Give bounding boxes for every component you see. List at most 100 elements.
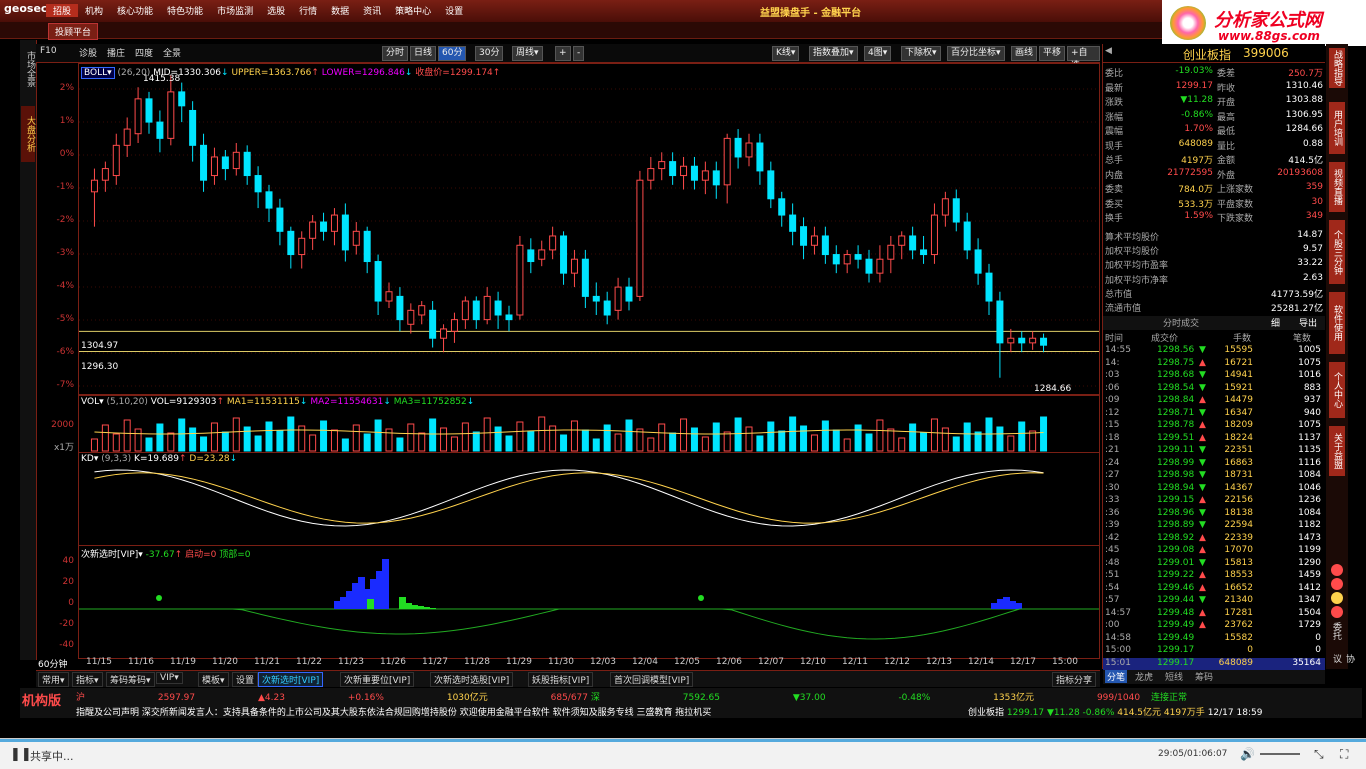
indicator-tab[interactable]: 次新选时[VIP] [258, 672, 324, 687]
trade-row[interactable]: :06 1298.54 ▼ 15921 883 [1103, 383, 1325, 395]
right-tab[interactable]: 视频直播 [1329, 162, 1345, 212]
menu-item[interactable]: 选股 [260, 4, 292, 17]
toolbar-option[interactable]: 指数叠加▾ [809, 46, 858, 61]
playback-progress[interactable] [0, 739, 1366, 742]
right-tab[interactable]: 战略指导 [1329, 48, 1345, 88]
price-chart-panel[interactable]: BOLL▾ (26,20) MID=1330.306↓ UPPER=1363.7… [78, 63, 1100, 395]
indicator-tab[interactable]: 设置 [232, 672, 259, 687]
zoom-out-button[interactable]: - [573, 46, 585, 61]
quote-tab[interactable]: 龙虎 [1135, 670, 1153, 683]
toolbar-option[interactable]: 下除权▾ [901, 46, 941, 61]
trade-row[interactable]: 14: 1298.75 ▲ 16721 1075 [1103, 358, 1325, 370]
period-button[interactable]: 30分 [475, 46, 504, 61]
indicator-tab[interactable]: 指标▾ [72, 672, 103, 687]
toolbar-item[interactable]: 全景 [163, 46, 181, 59]
trade-row[interactable]: :36 1298.96 ▼ 18138 1084 [1103, 508, 1325, 520]
trade-row[interactable]: :57 1299.44 ▼ 21340 1347 [1103, 595, 1325, 607]
news-ticker[interactable]: 指醒及公司声明 深交所新闻发言人：支持具备条件的上市公司及其大股东依法合规回购增… [76, 705, 956, 718]
trade-row[interactable]: 14:58 1299.49 15582 0 [1103, 633, 1325, 645]
trade-row[interactable]: :30 1298.94 ▼ 14367 1046 [1103, 483, 1325, 495]
menu-item[interactable]: 特色功能 [160, 4, 210, 17]
menu-item[interactable]: 设置 [438, 4, 470, 17]
menu-item[interactable]: 数据 [324, 4, 356, 17]
quote-tab[interactable]: 分笔 [1105, 670, 1128, 683]
side-tool-icon[interactable] [1331, 564, 1343, 576]
trade-row[interactable]: :12 1298.71 ▼ 16347 940 [1103, 408, 1325, 420]
toolbar-item[interactable]: 四度 [135, 46, 153, 59]
trade-row[interactable]: :54 1299.46 ▲ 16652 1412 [1103, 583, 1325, 595]
trade-row[interactable]: :18 1299.51 ▲ 18224 1137 [1103, 433, 1325, 445]
volume-icon[interactable]: 🔊 [1240, 747, 1255, 761]
volume-slider[interactable] [1260, 753, 1300, 755]
indicator-tab[interactable]: 模板▾ [198, 672, 229, 687]
menu-item[interactable]: 行情 [292, 4, 324, 17]
right-tab[interactable]: 个股三分钟 [1329, 220, 1345, 284]
trade-row[interactable]: :21 1299.11 ▼ 22351 1135 [1103, 445, 1325, 457]
kd-indicator-select[interactable]: KD▾ [81, 454, 98, 464]
trade-row[interactable]: :45 1299.08 ▲ 17070 1199 [1103, 545, 1325, 557]
menu-item[interactable]: 资讯 [356, 4, 388, 17]
quote-arrow-icon[interactable]: ◀ [1105, 46, 1112, 56]
trade-row[interactable]: 15:01 1299.17 648089 35164 [1103, 657, 1325, 670]
indicator-tab[interactable]: 次新重要位[VIP] [340, 672, 415, 687]
indicator-tab[interactable]: 常用▾ [38, 672, 69, 687]
indicator-tab[interactable]: 指标分享 [1052, 672, 1097, 687]
quote-tab[interactable]: 短线 [1165, 670, 1183, 683]
fit-icon[interactable]: ⤡ [1314, 747, 1324, 762]
ad-banner[interactable]: 分析家公式网 www.88gs.com [1162, 0, 1366, 46]
volume-panel[interactable]: VOL▾ (5,10,20) VOL=9129303↑ MA1=11531115… [78, 395, 1100, 453]
menu-item[interactable]: 市场监测 [210, 4, 260, 17]
trades-export-button[interactable]: 导出 [1299, 316, 1317, 329]
fullscreen-icon[interactable]: ⛶ [1340, 747, 1348, 762]
toolbar-option[interactable]: 4图▾ [864, 46, 892, 61]
side-tool-icon[interactable] [1331, 606, 1343, 618]
toolbar-item[interactable]: F10 [40, 46, 57, 56]
market-analysis-tab[interactable]: 大盘分析 [21, 106, 35, 162]
advisor-platform-tab[interactable]: 投顾平台 [48, 23, 99, 40]
indicator-tab[interactable]: 筹码筹码▾ [106, 672, 155, 687]
right-tab[interactable]: 个人中心 [1329, 362, 1345, 418]
toolbar-option[interactable]: K线▾ [772, 46, 800, 61]
side-small-tab[interactable]: 协议 [1330, 654, 1356, 669]
vip-indicator-panel[interactable]: 次新选时[VIP]▾ -37.67↑ 启动=0 顶部=0 [78, 545, 1100, 659]
boll-indicator-select[interactable]: BOLL▾ [81, 67, 115, 79]
zoom-in-button[interactable]: + [555, 46, 571, 61]
menu-item[interactable]: 招股 [46, 4, 79, 17]
trade-row[interactable]: :09 1298.84 ▲ 14479 937 [1103, 395, 1325, 407]
toolbar-item[interactable]: 诊股 [79, 46, 97, 59]
trade-row[interactable]: :03 1298.68 ▼ 14941 1016 [1103, 370, 1325, 382]
trade-row[interactable]: :27 1298.98 ▼ 18731 1084 [1103, 470, 1325, 482]
trade-row[interactable]: 14:57 1299.48 ▲ 17281 1504 [1103, 608, 1325, 620]
trade-row[interactable]: :24 1298.99 ▼ 16863 1116 [1103, 458, 1325, 470]
market-overview-tab[interactable]: 市场全景 [21, 44, 35, 94]
trade-row[interactable]: :51 1299.22 ▲ 18553 1459 [1103, 570, 1325, 582]
period-label[interactable]: 60分钟 [38, 657, 67, 670]
pause-icon[interactable]: ❚❚ [10, 747, 32, 762]
right-tab[interactable]: 关于益盟 [1329, 426, 1345, 476]
vip-indicator-select[interactable]: 次新选时[VIP]▾ [81, 550, 143, 560]
toolbar-option[interactable]: 平移 [1039, 46, 1066, 61]
trade-row[interactable]: :33 1299.15 ▲ 22156 1236 [1103, 495, 1325, 507]
trade-row[interactable]: :15 1298.78 ▲ 18209 1075 [1103, 420, 1325, 432]
trade-row[interactable]: :39 1298.89 ▼ 22594 1182 [1103, 520, 1325, 532]
trades-detail-button[interactable]: 细 [1271, 316, 1280, 329]
menu-item[interactable]: 策略中心 [388, 4, 438, 17]
indicator-tab[interactable]: VIP▾ [156, 672, 183, 684]
toolbar-option[interactable]: 画线 [1011, 46, 1038, 61]
trade-row[interactable]: 15:00 1299.17 0 0 [1103, 645, 1325, 657]
period-button[interactable]: 60分 [438, 46, 467, 61]
vol-indicator-select[interactable]: VOL▾ [81, 397, 104, 407]
toolbar-option[interactable]: 百分比坐标▾ [947, 46, 1005, 61]
menu-item[interactable]: 核心功能 [110, 4, 160, 17]
indicator-tab[interactable]: 妖股指标[VIP] [528, 672, 594, 687]
indicator-tab[interactable]: 次新选时选股[VIP] [430, 672, 514, 687]
right-tab[interactable]: 软件使用 [1329, 292, 1345, 354]
period-button[interactable]: 周线▾ [512, 46, 543, 61]
toolbar-item[interactable]: 播庄 [107, 46, 125, 59]
side-tool-icon[interactable] [1331, 578, 1343, 590]
trade-row[interactable]: 14:55 1298.56 ▼ 15595 1005 [1103, 345, 1325, 357]
trade-row[interactable]: :48 1299.01 ▼ 15813 1290 [1103, 558, 1325, 570]
trade-row[interactable]: :00 1299.49 ▲ 23762 1729 [1103, 620, 1325, 632]
right-tab[interactable]: 用户培训 [1329, 102, 1345, 154]
quote-tab[interactable]: 筹码 [1195, 670, 1213, 683]
